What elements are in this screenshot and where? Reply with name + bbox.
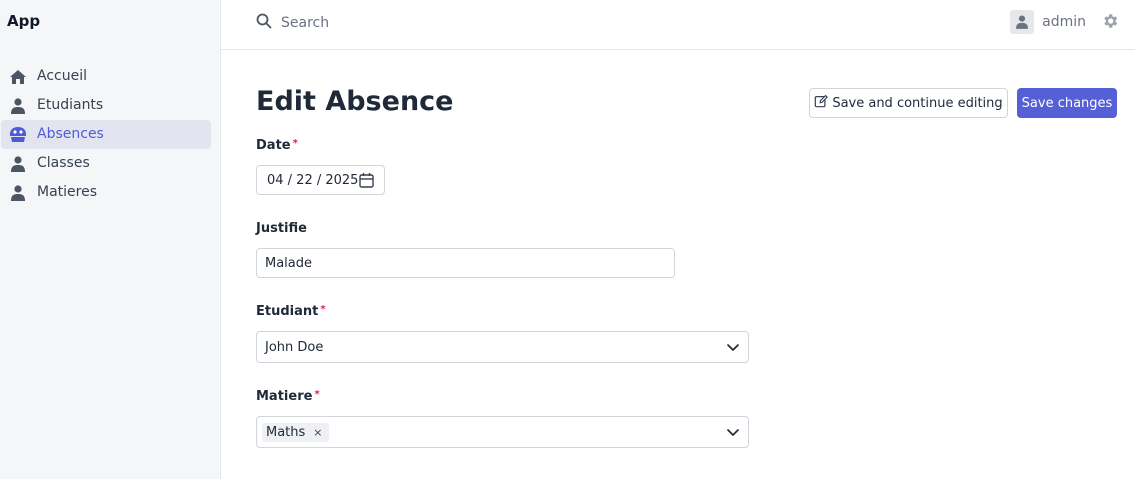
sidebar-item-etudiants[interactable]: Etudiants <box>1 91 211 120</box>
user-name: admin <box>1042 14 1086 30</box>
edit-icon <box>814 94 832 112</box>
sidebar-nav: Accueil Etudiants Absences Classes Matie… <box>0 62 220 207</box>
user-icon <box>8 154 27 173</box>
avatar <box>1010 10 1035 34</box>
search-input[interactable]: Search <box>256 13 329 33</box>
required-mark: * <box>320 304 326 315</box>
remove-tag-button[interactable]: × <box>311 426 324 439</box>
sidebar-item-matieres[interactable]: Matieres <box>1 178 211 207</box>
required-mark: * <box>314 389 320 400</box>
justifie-label: Justifie <box>256 221 307 236</box>
date-field[interactable]: 04 / 22 / 2025 <box>256 165 385 195</box>
sidebar-item-accueil[interactable]: Accueil <box>1 62 211 91</box>
save-and-continue-button[interactable]: Save and continue editing <box>809 88 1008 118</box>
etudiant-label-text: Etudiant <box>256 304 319 319</box>
search-placeholder: Search <box>281 15 330 31</box>
user-icon <box>8 183 27 202</box>
etudiant-select[interactable]: John Doe <box>256 331 749 363</box>
date-label-text: Date <box>256 138 291 153</box>
absence-icon <box>8 125 27 144</box>
etudiant-label: Etudiant * <box>256 304 326 319</box>
tag-label: Maths <box>266 424 306 440</box>
user-icon <box>1016 15 1029 29</box>
search-icon <box>256 13 272 33</box>
matiere-select[interactable]: Maths × <box>256 416 749 448</box>
sidebar-item-label: Classes <box>37 155 90 171</box>
sidebar-item-label: Etudiants <box>37 97 104 113</box>
chevron-down-icon <box>726 340 740 358</box>
required-mark: * <box>292 138 298 149</box>
sidebar-item-label: Absences <box>37 126 104 142</box>
date-value: 04 / 22 / 2025 <box>267 172 359 188</box>
gear-icon[interactable] <box>1101 12 1119 30</box>
user-icon <box>8 96 27 115</box>
etudiant-value: John Doe <box>265 339 324 355</box>
sidebar-item-label: Accueil <box>37 68 87 84</box>
save-changes-button[interactable]: Save changes <box>1017 88 1117 118</box>
justifie-value: Malade <box>265 255 313 271</box>
sidebar-item-classes[interactable]: Classes <box>1 149 211 178</box>
sidebar: App Accueil Etudiants Absences Classes M… <box>0 0 221 479</box>
home-icon <box>8 67 27 86</box>
matiere-label: Matiere * <box>256 389 320 404</box>
page-title: Edit Absence <box>256 86 454 117</box>
chevron-down-icon <box>726 425 740 443</box>
justifie-field[interactable]: Malade <box>256 248 675 278</box>
matiere-label-text: Matiere <box>256 389 313 404</box>
save-and-continue-label: Save and continue editing <box>832 95 1003 111</box>
date-label: Date * <box>256 138 298 153</box>
user-menu[interactable]: admin <box>1010 10 1086 34</box>
selected-tag: Maths × <box>262 422 329 442</box>
app-title: App <box>7 12 41 30</box>
sidebar-item-label: Matieres <box>37 184 98 200</box>
sidebar-item-absences[interactable]: Absences <box>1 120 211 149</box>
topbar: Search admin <box>221 0 1135 50</box>
